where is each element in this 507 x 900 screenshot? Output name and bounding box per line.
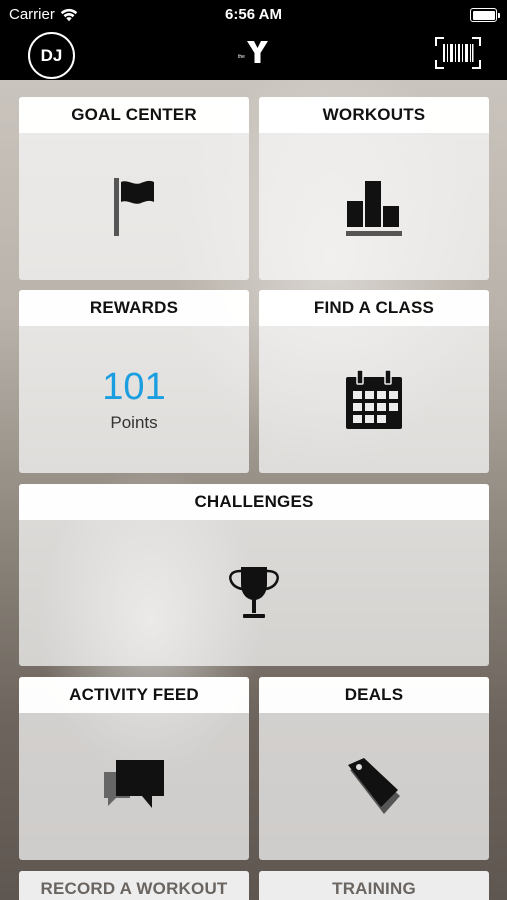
- trophy-icon: [229, 567, 279, 618]
- status-bar: Carrier 6:56 AM: [0, 0, 507, 30]
- avatar[interactable]: DJ: [28, 32, 75, 79]
- points-value: 101: [102, 365, 166, 408]
- avatar-initials: DJ: [40, 45, 63, 65]
- rewards-title: REWARDS: [19, 290, 249, 326]
- deals-title: DEALS: [259, 677, 489, 713]
- challenges-title: CHALLENGES: [19, 484, 489, 520]
- goal-center-title: GOAL CENTER: [19, 97, 249, 133]
- find-a-class-title: FIND A CLASS: [259, 290, 489, 326]
- points-label: Points: [110, 412, 158, 432]
- activity-feed-title: ACTIVITY FEED: [19, 677, 249, 713]
- battery-icon: [470, 8, 500, 22]
- workouts-title: WORKOUTS: [259, 97, 489, 133]
- find-a-class-tile[interactable]: FIND A CLASS: [259, 290, 489, 473]
- bar-chart-icon: [346, 180, 402, 236]
- activity-feed-tile[interactable]: ACTIVITY FEED: [19, 677, 249, 860]
- training-tile[interactable]: TRAINING: [259, 871, 489, 900]
- challenges-tile[interactable]: CHALLENGES: [19, 484, 489, 666]
- clock: 6:56 AM: [225, 6, 282, 23]
- svg-text:the: the: [238, 54, 245, 60]
- workouts-tile[interactable]: WORKOUTS: [259, 97, 489, 280]
- record-a-workout-title: RECORD A WORKOUT: [19, 871, 249, 900]
- barcode-icon[interactable]: [435, 37, 481, 69]
- goal-center-tile[interactable]: GOAL CENTER: [19, 97, 249, 280]
- flag-icon: [114, 177, 154, 236]
- training-title: TRAINING: [259, 871, 489, 900]
- rewards-tile[interactable]: REWARDS 101 Points: [19, 290, 249, 473]
- price-tag-icon: [348, 757, 400, 814]
- record-a-workout-tile[interactable]: RECORD A WORKOUT: [19, 871, 249, 900]
- calendar-icon: [346, 368, 402, 429]
- nav-bar: DJ the: [0, 30, 507, 80]
- deals-tile[interactable]: DEALS: [259, 677, 489, 860]
- ymca-logo-icon: the: [238, 41, 268, 63]
- chat-bubbles-icon: [104, 759, 164, 808]
